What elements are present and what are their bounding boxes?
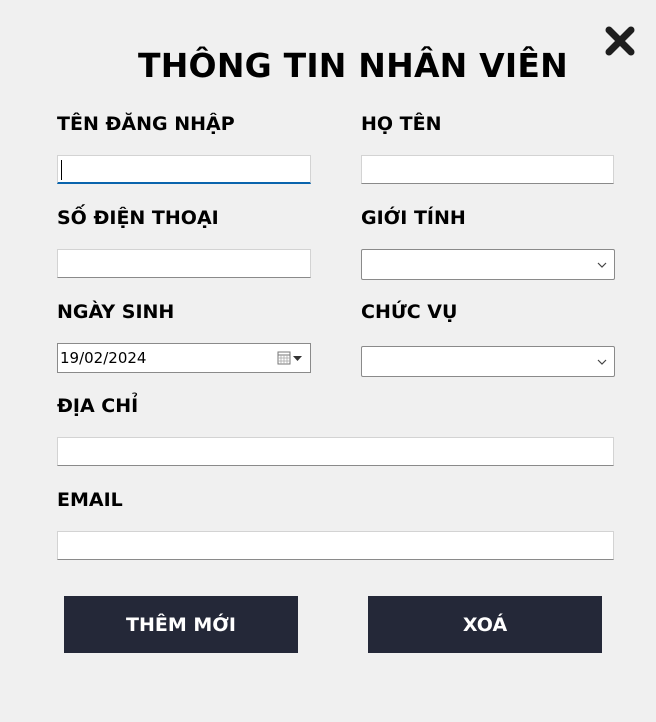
birthdate-value: 19/02/2024 xyxy=(60,349,147,367)
calendar-dropdown-icon[interactable] xyxy=(277,350,305,366)
chevron-down-icon xyxy=(596,356,608,368)
birthdate-label: NGÀY SINH xyxy=(57,301,175,323)
email-input[interactable] xyxy=(57,531,614,560)
fullname-label: HỌ TÊN xyxy=(361,113,442,135)
username-input[interactable] xyxy=(57,155,311,184)
fullname-input[interactable] xyxy=(361,155,614,184)
text-caret xyxy=(61,160,62,180)
birthdate-datepicker[interactable]: 19/02/2024 xyxy=(57,343,311,373)
username-label: TÊN ĐĂNG NHẬP xyxy=(57,113,235,135)
email-label: EMAIL xyxy=(57,489,123,511)
form-title: THÔNG TIN NHÂN VIÊN xyxy=(138,46,568,85)
phone-label: SỐ ĐIỆN THOẠI xyxy=(57,207,219,229)
delete-button[interactable]: XOÁ xyxy=(368,596,602,653)
phone-input[interactable] xyxy=(57,249,311,278)
gender-combobox[interactable] xyxy=(361,249,615,280)
employee-info-window: THÔNG TIN NHÂN VIÊN TÊN ĐĂNG NHẬP HỌ TÊN… xyxy=(0,0,656,722)
gender-label: GIỚI TÍNH xyxy=(361,207,466,229)
address-input[interactable] xyxy=(57,437,614,466)
add-new-button[interactable]: THÊM MỚI xyxy=(64,596,298,653)
position-label: CHỨC VỤ xyxy=(361,301,458,323)
chevron-down-icon xyxy=(596,259,608,271)
position-combobox[interactable] xyxy=(361,346,615,377)
address-label: ĐỊA CHỈ xyxy=(57,395,139,417)
